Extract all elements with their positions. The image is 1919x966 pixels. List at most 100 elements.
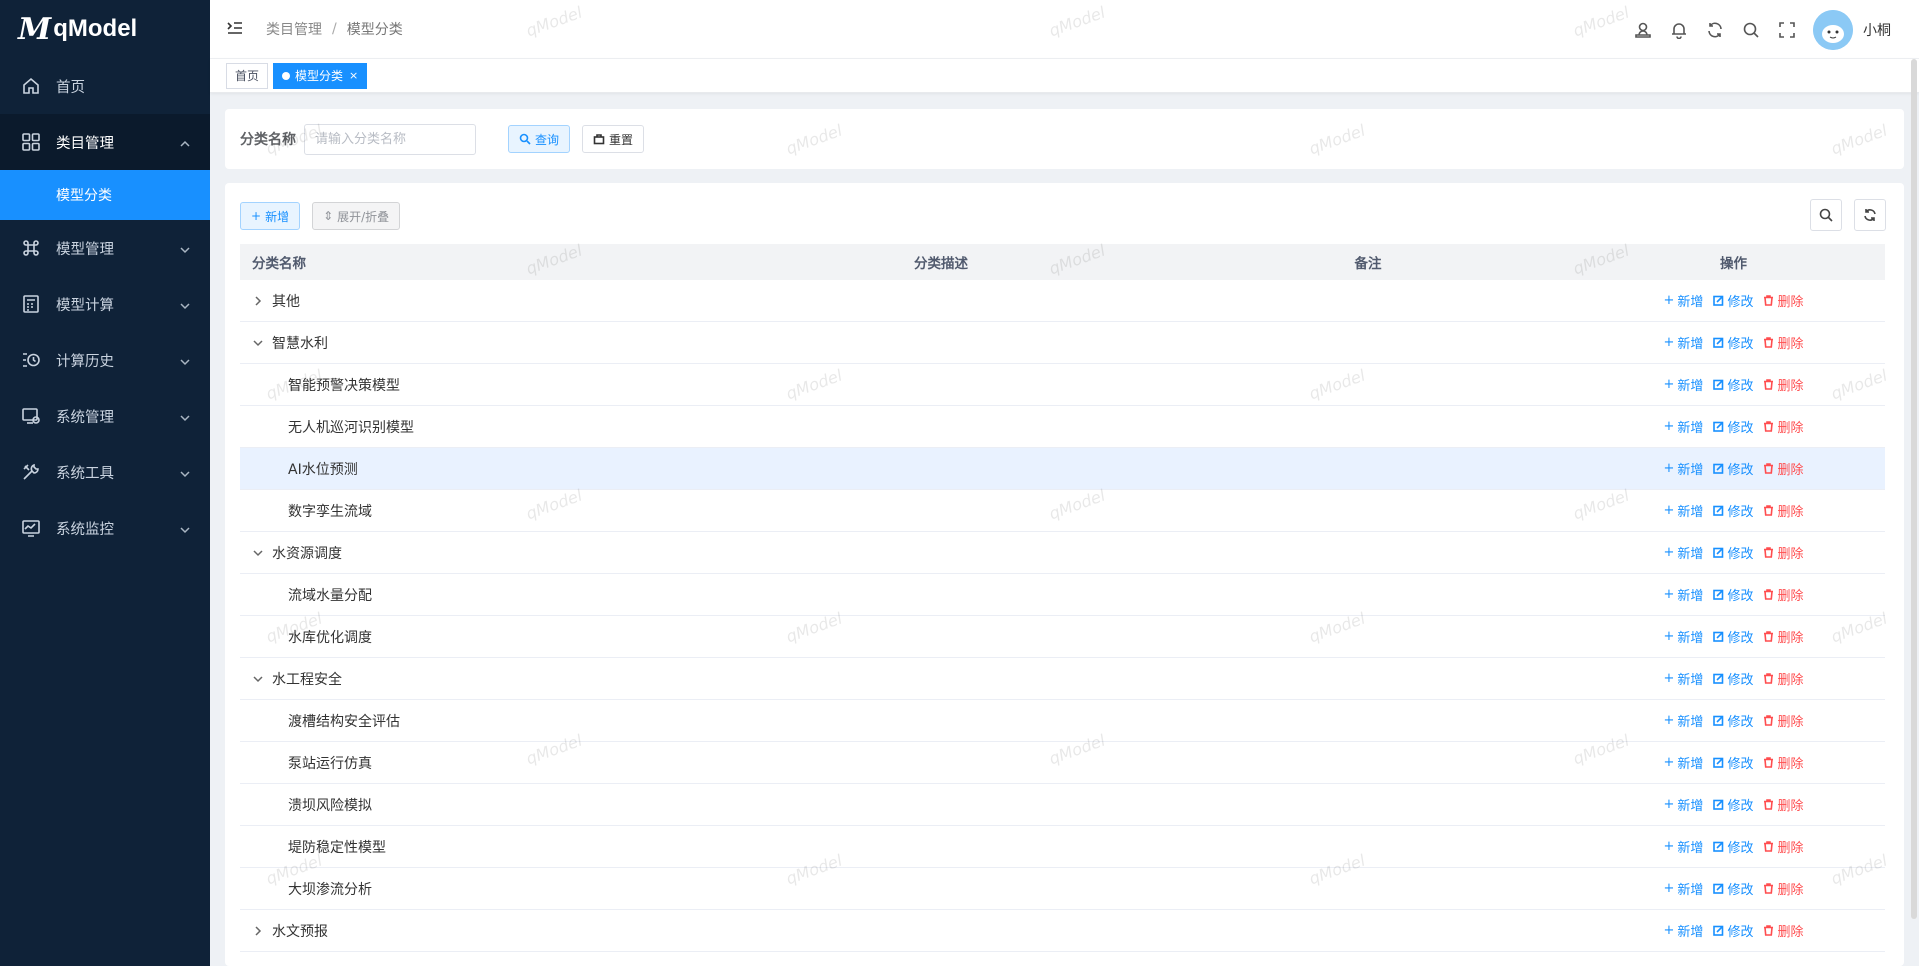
category-name-input[interactable] — [304, 123, 476, 155]
row-edit-button[interactable]: 修改 — [1713, 543, 1753, 562]
row-delete-button[interactable]: 删除 — [1763, 375, 1803, 394]
bell-icon[interactable] — [1669, 20, 1689, 40]
table-row[interactable]: 水库优化调度 + 新增 修改 删除 — [240, 616, 1885, 658]
row-edit-button[interactable]: 修改 — [1713, 627, 1753, 646]
operations-cell: + 新增 修改 删除 — [1582, 585, 1885, 604]
row-add-button[interactable]: + 新增 — [1664, 669, 1704, 688]
row-add-button[interactable]: + 新增 — [1664, 501, 1704, 520]
row-add-button[interactable]: + 新增 — [1664, 627, 1704, 646]
row-delete-button[interactable]: 删除 — [1763, 921, 1803, 940]
row-delete-button[interactable]: 删除 — [1763, 753, 1803, 772]
row-delete-button[interactable]: 删除 — [1763, 501, 1803, 520]
row-edit-button[interactable]: 修改 — [1713, 501, 1753, 520]
user-icon[interactable] — [1633, 20, 1653, 40]
table-row[interactable]: AI水位预测 + 新增 修改 删除 — [240, 448, 1885, 490]
chevron-right-icon[interactable] — [252, 295, 264, 307]
row-delete-button[interactable]: 删除 — [1763, 459, 1803, 478]
row-add-button[interactable]: + 新增 — [1664, 837, 1704, 856]
row-add-button[interactable]: + 新增 — [1664, 291, 1704, 310]
avatar[interactable] — [1813, 9, 1853, 50]
row-add-button[interactable]: + 新增 — [1664, 795, 1704, 814]
refresh-icon[interactable] — [1705, 20, 1725, 40]
row-delete-button[interactable]: 删除 — [1763, 585, 1803, 604]
tag-model-category[interactable]: 模型分类 × — [273, 62, 368, 89]
row-add-button[interactable]: + 新增 — [1664, 585, 1704, 604]
sidebar-item-model-calculation[interactable]: 模型计算 — [0, 276, 210, 332]
row-edit-button[interactable]: 修改 — [1713, 669, 1753, 688]
row-edit-button[interactable]: 修改 — [1713, 585, 1753, 604]
row-delete-button[interactable]: 删除 — [1763, 879, 1803, 898]
sidebar-subitem-model-category[interactable]: 模型分类 — [0, 170, 210, 220]
page-scrollbar[interactable] — [1911, 59, 1917, 919]
row-edit-button[interactable]: 修改 — [1713, 921, 1753, 940]
table-row[interactable]: 水工程安全 + 新增 修改 删除 — [240, 658, 1885, 700]
sidebar-item-system-tools[interactable]: 系统工具 — [0, 444, 210, 500]
row-edit-button[interactable]: 修改 — [1713, 753, 1753, 772]
row-delete-button[interactable]: 删除 — [1763, 711, 1803, 730]
row-add-button[interactable]: + 新增 — [1664, 417, 1704, 436]
row-delete-button[interactable]: 删除 — [1763, 669, 1803, 688]
toggle-search-button[interactable] — [1810, 199, 1842, 231]
row-delete-button[interactable]: 删除 — [1763, 795, 1803, 814]
table-row[interactable]: 溃坝风险模拟 + 新增 修改 删除 — [240, 784, 1885, 826]
table-row[interactable]: 水资源调度 + 新增 修改 删除 — [240, 532, 1885, 574]
expand-collapse-button[interactable]: ⇕ 展开/折叠 — [312, 202, 401, 230]
sidebar-item-home[interactable]: 首页 — [0, 58, 210, 114]
table-row[interactable]: 智慧水利 + 新增 修改 删除 — [240, 322, 1885, 364]
row-add-button[interactable]: + 新增 — [1664, 921, 1704, 940]
row-delete-button[interactable]: 删除 — [1763, 543, 1803, 562]
sidebar-item-system-management[interactable]: 系统管理 — [0, 388, 210, 444]
chevron-right-icon[interactable] — [252, 925, 264, 937]
row-add-button[interactable]: + 新增 — [1664, 375, 1704, 394]
table-row[interactable]: 泵站运行仿真 + 新增 修改 删除 — [240, 742, 1885, 784]
sidebar-item-category-management[interactable]: 类目管理 — [0, 114, 210, 170]
row-delete-button[interactable]: 删除 — [1763, 627, 1803, 646]
row-delete-button[interactable]: 删除 — [1763, 333, 1803, 352]
table-row[interactable]: 智能预警决策模型 + 新增 修改 删除 — [240, 364, 1885, 406]
row-add-button[interactable]: + 新增 — [1664, 753, 1704, 772]
row-edit-button[interactable]: 修改 — [1713, 333, 1753, 352]
table-row[interactable]: 无人机巡河识别模型 + 新增 修改 删除 — [240, 406, 1885, 448]
row-edit-button[interactable]: 修改 — [1713, 291, 1753, 310]
row-edit-button[interactable]: 修改 — [1713, 879, 1753, 898]
table-row[interactable]: 其他 + 新增 修改 删除 — [240, 280, 1885, 322]
close-icon[interactable]: × — [349, 69, 358, 82]
row-edit-button[interactable]: 修改 — [1713, 417, 1753, 436]
chevron-down-icon[interactable] — [252, 547, 264, 559]
row-edit-button[interactable]: 修改 — [1713, 375, 1753, 394]
row-edit-button[interactable]: 修改 — [1713, 711, 1753, 730]
add-button[interactable]: + 新增 — [240, 202, 301, 230]
table-row[interactable]: 流域水量分配 + 新增 修改 删除 — [240, 574, 1885, 616]
row-add-button[interactable]: + 新增 — [1664, 879, 1704, 898]
table-row[interactable]: 数字孪生流域 + 新增 修改 删除 — [240, 490, 1885, 532]
chevron-down-icon[interactable] — [252, 673, 264, 685]
table-row[interactable]: 水文预报 + 新增 修改 删除 — [240, 910, 1885, 952]
row-edit-button[interactable]: 修改 — [1713, 795, 1753, 814]
table-row[interactable]: 大坝渗流分析 + 新增 修改 删除 — [240, 868, 1885, 910]
refresh-button[interactable] — [1854, 199, 1886, 231]
row-add-button[interactable]: + 新增 — [1664, 711, 1704, 730]
row-add-button[interactable]: + 新增 — [1664, 543, 1704, 562]
sidebar-toggle-icon[interactable] — [226, 19, 246, 39]
chevron-down-icon[interactable] — [252, 337, 264, 349]
reset-button[interactable]: 重置 — [582, 125, 645, 153]
row-edit-button[interactable]: 修改 — [1713, 837, 1753, 856]
row-delete-button[interactable]: 删除 — [1763, 417, 1803, 436]
sidebar-item-model-management[interactable]: 模型管理 — [0, 220, 210, 276]
tag-home[interactable]: 首页 — [226, 62, 269, 89]
sidebar-item-calc-history[interactable]: 计算历史 — [0, 332, 210, 388]
username[interactable]: 小桐 — [1863, 20, 1891, 40]
logo[interactable]: M qModel — [0, 0, 210, 58]
breadcrumb-item[interactable]: 类目管理 — [266, 19, 322, 39]
sidebar-item-system-monitor[interactable]: 系统监控 — [0, 500, 210, 556]
row-add-button[interactable]: + 新增 — [1664, 333, 1704, 352]
row-edit-button[interactable]: 修改 — [1713, 459, 1753, 478]
table-row[interactable]: 堤防稳定性模型 + 新增 修改 删除 — [240, 826, 1885, 868]
fullscreen-icon[interactable] — [1777, 20, 1797, 40]
row-add-button[interactable]: + 新增 — [1664, 459, 1704, 478]
table-row[interactable]: 渡槽结构安全评估 + 新增 修改 删除 — [240, 700, 1885, 742]
search-icon[interactable] — [1741, 20, 1761, 40]
row-delete-button[interactable]: 删除 — [1763, 837, 1803, 856]
row-delete-button[interactable]: 删除 — [1763, 291, 1803, 310]
query-button[interactable]: 查询 — [508, 125, 571, 153]
